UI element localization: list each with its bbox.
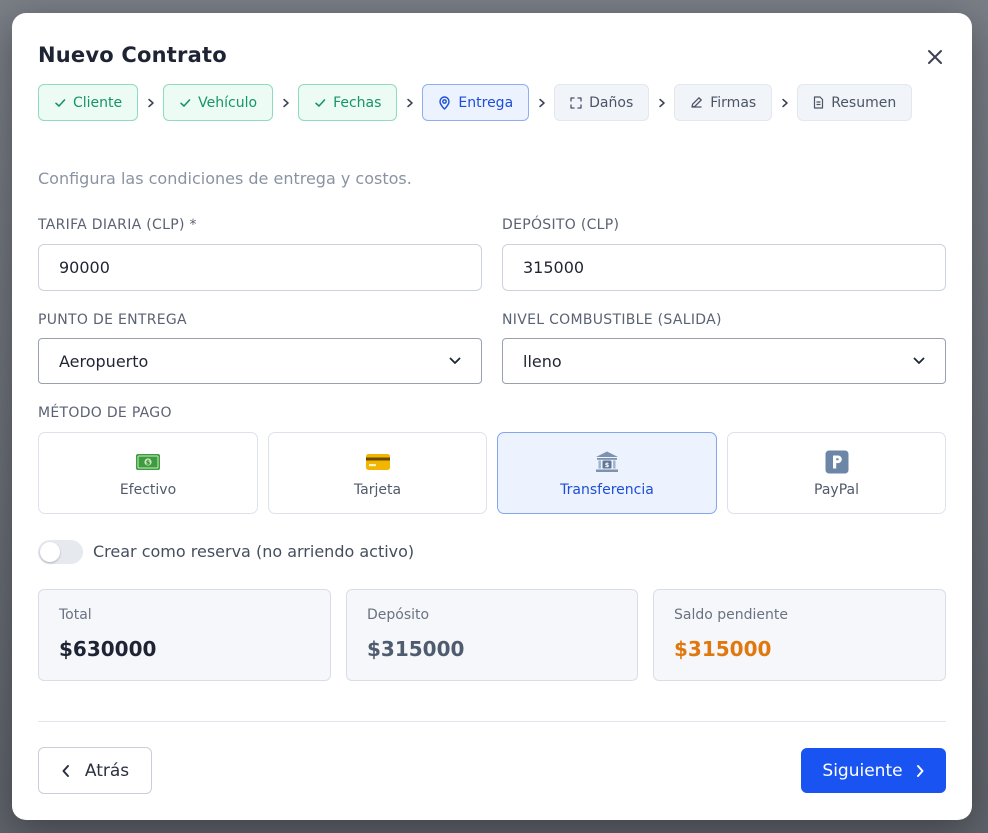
step-fechas[interactable]: Fechas xyxy=(298,84,398,121)
section-description: Configura las condiciones de entrega y c… xyxy=(38,169,412,188)
payment-option-label: PayPal xyxy=(814,482,859,498)
payment-option-paypal[interactable]: PayPal xyxy=(727,432,946,514)
chevron-down-icon xyxy=(913,357,925,364)
chevron-right-icon xyxy=(772,98,797,108)
fuel-level-value: lleno xyxy=(523,351,562,371)
svg-text:$: $ xyxy=(146,459,151,467)
daily-rate-input[interactable] xyxy=(38,244,482,291)
footer-divider xyxy=(38,721,946,722)
next-button-label: Siguiente xyxy=(822,760,903,781)
step-entrega[interactable]: Entrega xyxy=(422,84,530,121)
modal-title: Nuevo Contrato xyxy=(38,43,227,67)
daily-rate-label: TARIFA DIARIA (CLP) * xyxy=(38,217,197,233)
close-icon xyxy=(928,50,942,64)
chevron-right-icon xyxy=(273,98,298,108)
fuel-level-select[interactable]: lleno xyxy=(502,338,946,384)
payment-option-cash[interactable]: $ Efectivo xyxy=(38,432,258,514)
step-vehiculo[interactable]: Vehículo xyxy=(163,84,274,121)
fuel-level-label: NIVEL COMBUSTIBLE (SALIDA) xyxy=(502,312,722,328)
chevron-right-icon xyxy=(397,98,422,108)
summary-total-value: $630000 xyxy=(59,637,157,661)
check-icon xyxy=(315,98,326,107)
payment-option-transfer[interactable]: $ Transferencia xyxy=(497,432,717,514)
chevron-right-icon xyxy=(529,98,554,108)
new-contract-modal: Nuevo Contrato Cliente Vehículo Fechas E… xyxy=(12,13,972,820)
payment-option-label: Tarjeta xyxy=(353,482,402,498)
summary-total-card: Total $630000 xyxy=(38,589,331,681)
cash-icon: $ xyxy=(135,450,161,474)
payment-option-label: Transferencia xyxy=(560,482,654,498)
step-danos[interactable]: Daños xyxy=(554,84,650,121)
back-button[interactable]: Atrás xyxy=(38,747,152,794)
back-button-label: Atrás xyxy=(84,760,130,781)
chevron-right-icon xyxy=(649,98,674,108)
summary-deposit-value: $315000 xyxy=(367,637,465,661)
step-label: Entrega xyxy=(458,94,514,111)
bank-icon: $ xyxy=(594,450,620,474)
reservation-toggle-label: Crear como reserva (no arriendo activo) xyxy=(93,542,415,561)
chevron-right-icon xyxy=(138,98,163,108)
step-firmas[interactable]: Firmas xyxy=(674,84,773,121)
summary-total-label: Total xyxy=(59,607,92,623)
step-cliente[interactable]: Cliente xyxy=(38,84,139,121)
deposit-input[interactable] xyxy=(502,244,946,291)
deposit-label: DEPÓSITO (CLP) xyxy=(502,217,620,233)
check-icon xyxy=(180,98,191,107)
credit-card-icon xyxy=(365,450,391,474)
summary-balance-value: $315000 xyxy=(674,637,772,661)
payment-option-label: Efectivo xyxy=(119,482,177,498)
chevron-down-icon xyxy=(449,357,461,364)
chevron-left-icon xyxy=(62,764,69,777)
paypal-icon xyxy=(824,450,850,474)
document-icon xyxy=(814,96,824,109)
close-button[interactable] xyxy=(924,46,946,68)
scan-icon xyxy=(570,96,582,109)
step-label: Daños xyxy=(589,94,634,111)
payment-option-card[interactable]: Tarjeta xyxy=(268,432,487,514)
summary-balance-label: Saldo pendiente xyxy=(674,607,788,623)
summary-deposit-card: Depósito $315000 xyxy=(346,589,638,681)
payment-method-label: MÉTODO DE PAGO xyxy=(38,405,172,421)
step-label: Cliente xyxy=(73,94,123,111)
summary-deposit-label: Depósito xyxy=(367,607,430,623)
step-label: Resumen xyxy=(831,94,897,111)
step-label: Vehículo xyxy=(198,94,258,111)
map-pin-icon xyxy=(439,95,451,110)
delivery-point-label: PUNTO DE ENTREGA xyxy=(38,312,187,328)
svg-text:$: $ xyxy=(605,461,610,469)
reservation-toggle[interactable] xyxy=(38,540,83,564)
chevron-right-icon xyxy=(916,764,924,777)
next-button[interactable]: Siguiente xyxy=(801,748,946,793)
summary-balance-card: Saldo pendiente $315000 xyxy=(653,589,946,681)
delivery-point-select[interactable]: Aeropuerto xyxy=(38,338,482,384)
step-resumen[interactable]: Resumen xyxy=(797,84,913,121)
delivery-point-value: Aeropuerto xyxy=(59,351,149,371)
step-label: Firmas xyxy=(710,94,757,111)
stepper: Cliente Vehículo Fechas Entrega Daños Fi… xyxy=(38,84,946,121)
check-icon xyxy=(55,98,66,107)
step-label: Fechas xyxy=(333,94,382,111)
pen-icon xyxy=(691,97,703,108)
toggle-knob xyxy=(40,542,60,562)
